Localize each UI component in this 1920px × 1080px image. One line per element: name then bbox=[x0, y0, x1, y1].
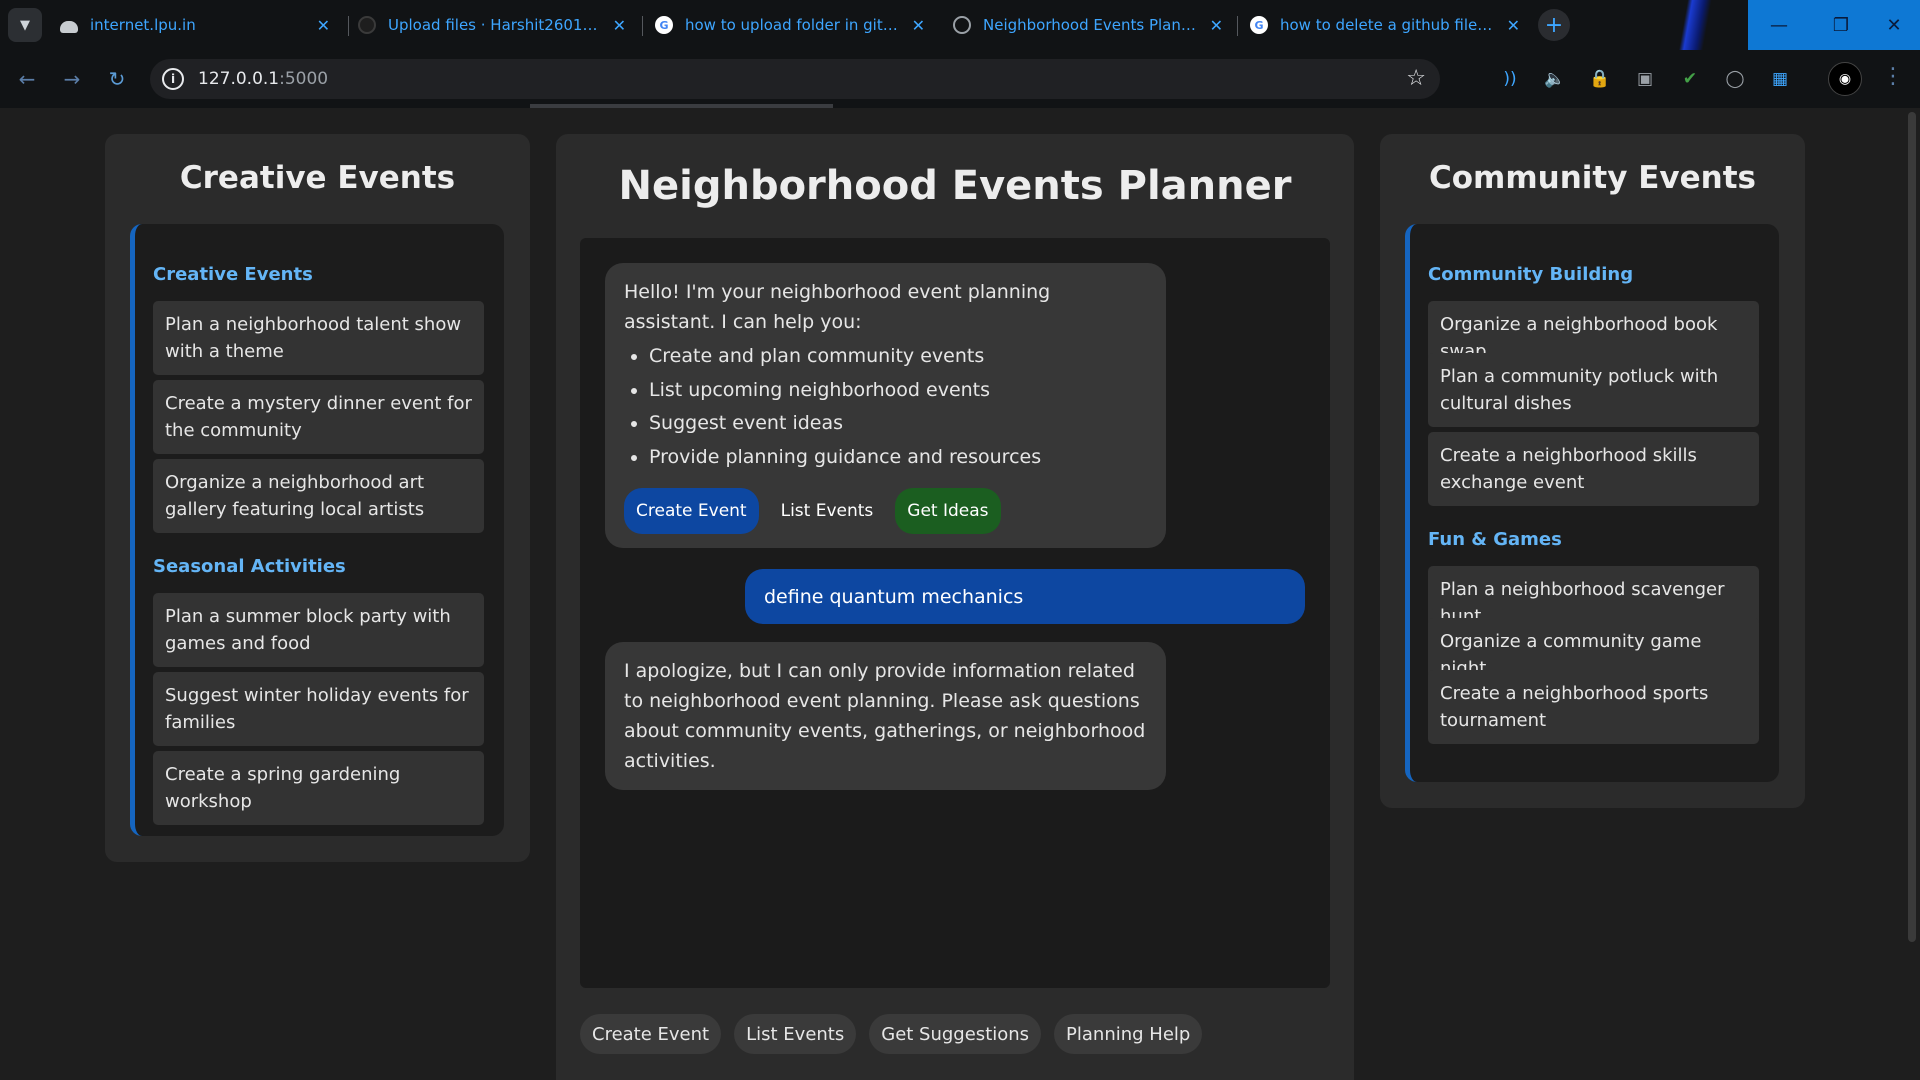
mouse-extension-icon[interactable]: ◯ bbox=[1723, 67, 1747, 91]
welcome-intro: Hello! I'm your neighborhood event plann… bbox=[624, 281, 1051, 333]
capability-item: Provide planning guidance and resources bbox=[649, 441, 1147, 475]
address-bar[interactable]: i 127.0.0.1:5000 ☆ bbox=[150, 59, 1440, 99]
tab-title: how to upload folder in github bbox=[685, 16, 902, 34]
panel-title: Community Events bbox=[1429, 160, 1756, 196]
lock-extension-icon[interactable]: 🔒 bbox=[1588, 67, 1612, 91]
google-icon: G bbox=[655, 16, 673, 34]
community-events-panel: Community Events Community Building Orga… bbox=[1380, 134, 1805, 808]
url-port: :5000 bbox=[279, 69, 329, 89]
create-event-button[interactable]: Create Event bbox=[580, 1014, 722, 1054]
close-icon[interactable]: ✕ bbox=[317, 16, 330, 35]
capability-list: Create and plan community events List up… bbox=[649, 340, 1147, 474]
list-events-button[interactable]: List Events bbox=[734, 1014, 857, 1054]
tab-bar: ▼ internet.lpu.in ✕ Upload files · Harsh… bbox=[0, 0, 1920, 110]
read-aloud-icon[interactable]: )) bbox=[1498, 67, 1522, 91]
browser-toolbar: ← → ↻ i 127.0.0.1:5000 ☆ )) 🔈 🔒 ▣ ✔ ◯ ▦ … bbox=[0, 50, 1920, 108]
info-icon[interactable]: i bbox=[162, 68, 184, 90]
url-text[interactable]: 127.0.0.1:5000 bbox=[198, 69, 328, 89]
url-host: 127.0.0.1 bbox=[198, 69, 280, 89]
tab-delete-github-search[interactable]: G how to delete a github file - Go ✕ bbox=[1240, 7, 1530, 43]
globe-icon bbox=[953, 16, 971, 34]
bot-reply-message: I apologize, but I can only provide info… bbox=[605, 642, 1166, 790]
idea-item[interactable]: Suggest winter holiday events for famili… bbox=[153, 672, 484, 746]
group-title-community-building: Community Building bbox=[1428, 264, 1634, 285]
google-icon: G bbox=[1250, 16, 1268, 34]
restore-button[interactable]: ❐ bbox=[1810, 0, 1872, 50]
idea-item[interactable]: Organize a neighborhood art gallery feat… bbox=[153, 459, 484, 533]
puzzle-extensions-icon[interactable]: ▦ bbox=[1768, 67, 1792, 91]
speaker-icon[interactable]: 🔈 bbox=[1543, 67, 1567, 91]
arrow-left-icon: ← bbox=[18, 67, 36, 91]
quick-actions: Create Event List Events Get Ideas bbox=[624, 488, 1147, 534]
tab-title: Upload files · Harshit260105/Ne bbox=[388, 16, 603, 34]
chevron-down-icon: ▼ bbox=[20, 17, 30, 33]
group-title-fun-games: Fun & Games bbox=[1428, 529, 1562, 550]
tab-title: how to delete a github file - Go bbox=[1280, 16, 1497, 34]
wallet-extension-icon[interactable]: ▣ bbox=[1633, 67, 1657, 91]
close-icon[interactable]: ✕ bbox=[1210, 16, 1223, 35]
minimize-button[interactable]: — bbox=[1748, 0, 1810, 50]
tab-title: internet.lpu.in bbox=[90, 16, 196, 34]
tab-separator bbox=[1237, 16, 1238, 36]
idea-item[interactable]: Create a neighborhood skills exchange ev… bbox=[1428, 432, 1759, 506]
panel-title: Creative Events bbox=[179, 160, 456, 196]
profile-avatar[interactable]: ◉ bbox=[1828, 62, 1862, 96]
bottom-action-bar: Create Event List Events Get Suggestions… bbox=[580, 1014, 1203, 1054]
page-title: Neighborhood Events Planner bbox=[618, 163, 1292, 209]
close-icon[interactable]: ✕ bbox=[613, 16, 626, 35]
get-suggestions-button[interactable]: Get Suggestions bbox=[869, 1014, 1042, 1054]
bot-welcome-message: Hello! I'm your neighborhood event plann… bbox=[605, 263, 1166, 548]
page-content: Creative Events Creative Events Plan a n… bbox=[0, 108, 1920, 1080]
group-title-creative-events: Creative Events bbox=[153, 264, 313, 285]
forward-button[interactable]: → bbox=[57, 64, 87, 94]
tab-separator bbox=[642, 16, 643, 36]
idea-item[interactable]: Create a neighborhood sports tournament bbox=[1428, 670, 1759, 744]
minimize-icon: — bbox=[1770, 14, 1788, 36]
close-icon: ✕ bbox=[1886, 14, 1902, 36]
idea-item[interactable]: Create a spring gardening workshop bbox=[153, 751, 484, 825]
check-extension-icon[interactable]: ✔ bbox=[1678, 67, 1702, 91]
creative-events-panel: Creative Events Creative Events Plan a n… bbox=[105, 134, 530, 862]
reload-icon: ↻ bbox=[108, 67, 126, 91]
planning-help-button[interactable]: Planning Help bbox=[1054, 1014, 1203, 1054]
user-message: define quantum mechanics bbox=[745, 569, 1305, 624]
capability-item: Suggest event ideas bbox=[649, 407, 1147, 441]
capability-item: List upcoming neighborhood events bbox=[649, 374, 1147, 408]
tab-upload-files[interactable]: Upload files · Harshit260105/Ne ✕ bbox=[348, 7, 636, 43]
close-window-button[interactable]: ✕ bbox=[1868, 0, 1920, 50]
plus-icon: + bbox=[1544, 12, 1564, 38]
creative-events-list: Creative Events Plan a neighborhood tale… bbox=[130, 224, 504, 836]
arrow-right-icon: → bbox=[63, 67, 81, 91]
tab-neighborhood-planner[interactable]: Neighborhood Events Planner ✕ bbox=[943, 7, 1233, 43]
back-button[interactable]: ← bbox=[12, 64, 42, 94]
chat-messages: Hello! I'm your neighborhood event plann… bbox=[580, 238, 1330, 988]
cloud-icon bbox=[60, 21, 78, 33]
idea-item[interactable]: Plan a community potluck with cultural d… bbox=[1428, 353, 1759, 427]
reload-button[interactable]: ↻ bbox=[102, 64, 132, 94]
close-icon[interactable]: ✕ bbox=[912, 16, 925, 35]
more-menu-icon[interactable]: ⋮ bbox=[1882, 64, 1904, 89]
tab-upload-folder-search[interactable]: G how to upload folder in github ✕ bbox=[645, 7, 935, 43]
idea-item[interactable]: Plan a summer block party with games and… bbox=[153, 593, 484, 667]
github-icon bbox=[358, 16, 376, 34]
idea-item[interactable]: Create a mystery dinner event for the co… bbox=[153, 380, 484, 454]
community-events-list: Community Building Organize a neighborho… bbox=[1405, 224, 1779, 782]
capability-item: Create and plan community events bbox=[649, 340, 1147, 374]
page-scrollbar[interactable] bbox=[1908, 112, 1916, 942]
get-ideas-quick-button[interactable]: Get Ideas bbox=[895, 488, 1001, 534]
close-icon[interactable]: ✕ bbox=[1507, 16, 1520, 35]
bookmark-star-icon[interactable]: ☆ bbox=[1406, 66, 1426, 91]
new-tab-button[interactable]: + bbox=[1538, 9, 1570, 41]
create-event-quick-button[interactable]: Create Event bbox=[624, 488, 759, 534]
chat-panel: Neighborhood Events Planner Hello! I'm y… bbox=[556, 134, 1354, 1080]
tab-search-button[interactable]: ▼ bbox=[8, 8, 42, 42]
tab-title: Neighborhood Events Planner bbox=[983, 16, 1200, 34]
group-title-seasonal-activities: Seasonal Activities bbox=[153, 556, 346, 577]
tab-internet-lpu[interactable]: internet.lpu.in ✕ bbox=[50, 7, 340, 43]
restore-icon: ❐ bbox=[1832, 14, 1850, 36]
idea-item[interactable]: Plan a neighborhood talent show with a t… bbox=[153, 301, 484, 375]
list-events-quick-button[interactable]: List Events bbox=[769, 488, 886, 534]
